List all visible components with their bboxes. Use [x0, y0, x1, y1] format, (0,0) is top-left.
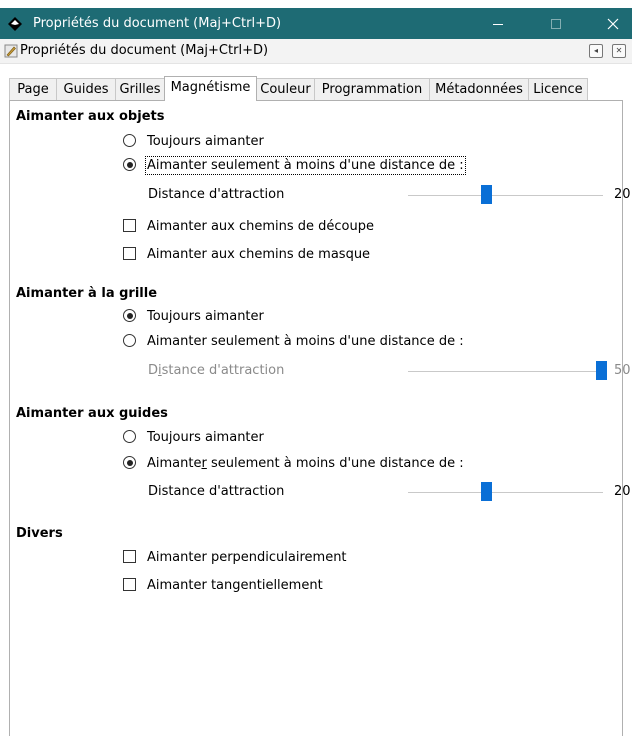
radio-button-selected[interactable] [123, 158, 136, 171]
maximize-button[interactable] [533, 8, 579, 39]
tab-licence[interactable]: Licence [528, 78, 588, 100]
tab-metadonnees[interactable]: Métadonnées [429, 78, 529, 100]
radio-button-selected[interactable] [123, 309, 136, 322]
misc-perpendicular-label: Aimanter perpendiculairement [147, 550, 347, 565]
objects-distance-slider-handle[interactable] [481, 185, 492, 204]
close-icon [607, 18, 619, 30]
window-title-bar[interactable]: Propriétés du document (Maj+Ctrl+D) [0, 8, 632, 39]
grid-distance-label: Distance d'attraction [148, 363, 284, 378]
guides-distance-slider-handle[interactable] [481, 482, 492, 501]
objects-distance-label: Distance d'attraction [148, 187, 285, 202]
minimize-icon [493, 24, 503, 25]
window-title: Propriétés du document (Maj+Ctrl+D) [33, 16, 282, 31]
grid-distance-label-rest: stance d'attraction [161, 363, 285, 378]
minimize-button[interactable] [475, 8, 521, 39]
guides-distance-slider[interactable] [408, 492, 603, 493]
guides-within-label-rest: seulement à moins d'une distance de : [206, 456, 464, 471]
dock-close-icon: ✕ [615, 46, 623, 55]
dock-back-icon: ◂ [593, 46, 598, 55]
guides-within-label-start: Aimante [147, 456, 202, 471]
dock-title: Propriétés du document (Maj+Ctrl+D) [20, 43, 269, 58]
checkbox[interactable] [123, 578, 136, 591]
objects-mask-label: Aimanter aux chemins de masque [147, 247, 371, 262]
tab-strip: Page Guides Grilles Magnétisme Couleur P… [9, 76, 623, 101]
tab-magnetisme[interactable]: Magnétisme [164, 76, 257, 101]
dock-close-button[interactable]: ✕ [612, 44, 626, 58]
guides-distance-value: 20 [614, 484, 631, 499]
tab-page[interactable]: Page [9, 78, 57, 100]
grid-distance-value: 50 [614, 363, 631, 378]
tab-couleur[interactable]: Couleur [256, 78, 315, 100]
checkbox[interactable] [123, 219, 136, 232]
objects-clip-label: Aimanter aux chemins de découpe [147, 219, 375, 234]
close-button[interactable] [590, 8, 632, 39]
grid-distance-label-start: D [148, 363, 159, 378]
inkscape-icon [8, 17, 22, 31]
misc-heading: Divers [16, 526, 63, 541]
tab-grilles[interactable]: Grilles [115, 78, 165, 100]
guides-distance-label: Distance d'attraction [148, 484, 285, 499]
grid-always-label: Toujours aimanter [147, 309, 264, 324]
grid-heading: Aimanter à la grille [16, 286, 158, 301]
radio-button-selected[interactable] [123, 456, 136, 469]
grid-within-label: Aimanter seulement à moins d'une distanc… [147, 334, 464, 349]
checkbox[interactable] [123, 247, 136, 260]
radio-button[interactable] [123, 334, 136, 347]
radio-button[interactable] [123, 430, 136, 443]
guides-within-label: Aimanter seulement à moins d'une distanc… [147, 456, 464, 471]
dock-header: Propriétés du document (Maj+Ctrl+D) ◂ ✕ [0, 39, 632, 64]
grid-distance-slider-handle[interactable] [596, 361, 607, 380]
misc-tangential-label: Aimanter tangentiellement [147, 578, 323, 593]
objects-within-label: Aimanter seulement à moins d'une distanc… [145, 156, 466, 175]
objects-always-label: Toujours aimanter [147, 134, 264, 149]
guides-heading: Aimanter aux guides [16, 406, 168, 421]
grid-distance-slider[interactable] [408, 371, 603, 372]
document-properties-icon [4, 44, 18, 58]
tab-programmation[interactable]: Programmation [314, 78, 430, 100]
maximize-icon [551, 19, 561, 29]
dock-back-button[interactable]: ◂ [589, 44, 603, 58]
radio-button[interactable] [123, 134, 136, 147]
objects-distance-value: 20 [614, 187, 631, 202]
checkbox[interactable] [123, 550, 136, 563]
guides-always-label: Toujours aimanter [147, 430, 264, 445]
tab-guides[interactable]: Guides [56, 78, 116, 100]
objects-heading: Aimanter aux objets [16, 109, 165, 124]
objects-distance-slider[interactable] [408, 195, 603, 196]
